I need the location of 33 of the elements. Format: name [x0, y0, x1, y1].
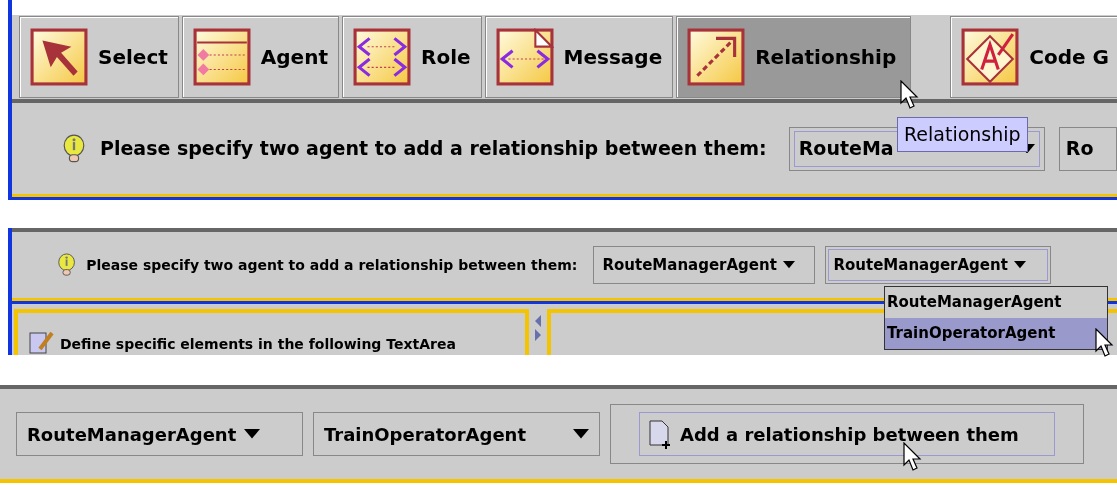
caret-icon	[1013, 261, 1026, 269]
mouse-cursor-icon	[903, 442, 923, 472]
agent-dropdown[interactable]: TrainOperatorAgent	[313, 412, 600, 456]
double-arrows-icon	[353, 28, 411, 86]
toolbar-button[interactable]: Relationship	[676, 16, 912, 98]
new-document-icon	[648, 419, 672, 449]
splitter-arrows-icon	[533, 313, 543, 343]
class-box-icon	[192, 28, 251, 86]
toolbar-button[interactable]: Select	[19, 16, 179, 98]
lightbulb-icon	[62, 133, 86, 164]
instruction-text: Please specify two agent to add a relationship between them:	[100, 136, 767, 162]
caret-icon	[573, 429, 589, 439]
dropdown-value: RouteMa	[798, 136, 894, 162]
instruction-text: Please specify two agent to add a relationship between them:	[86, 255, 578, 275]
add-relationship-button[interactable]: Add a relationship between them	[610, 404, 1084, 464]
toolbar-button[interactable]: Role	[342, 16, 482, 98]
agent-dropdown[interactable]: RouteManagerAgent	[593, 246, 816, 284]
mouse-cursor-icon	[900, 80, 920, 110]
dropdown-option[interactable]: TrainOperatorAgent	[885, 318, 1107, 349]
arrow-pointer-icon	[30, 28, 88, 86]
agent-dropdown[interactable]: RouteManagerAgent	[16, 412, 303, 456]
lightbulb-icon	[57, 253, 77, 277]
tooltip: Relationship	[897, 117, 1028, 152]
toolbar-button[interactable]: Agent	[181, 16, 339, 98]
book-pen-icon	[961, 28, 1020, 86]
editor-hint: Define specific elements in the following TextArea	[60, 335, 456, 354]
pencil-note-icon	[28, 329, 54, 355]
caret-icon	[782, 261, 795, 269]
caret-icon	[244, 429, 261, 439]
agent-dropdown[interactable]: RouteManagerAgent	[825, 246, 1052, 284]
toolbar-button[interactable]: Message	[484, 16, 674, 98]
agent-dropdown[interactable]: Ro	[1058, 126, 1117, 171]
toolbar-button[interactable]: Code G	[950, 16, 1117, 98]
